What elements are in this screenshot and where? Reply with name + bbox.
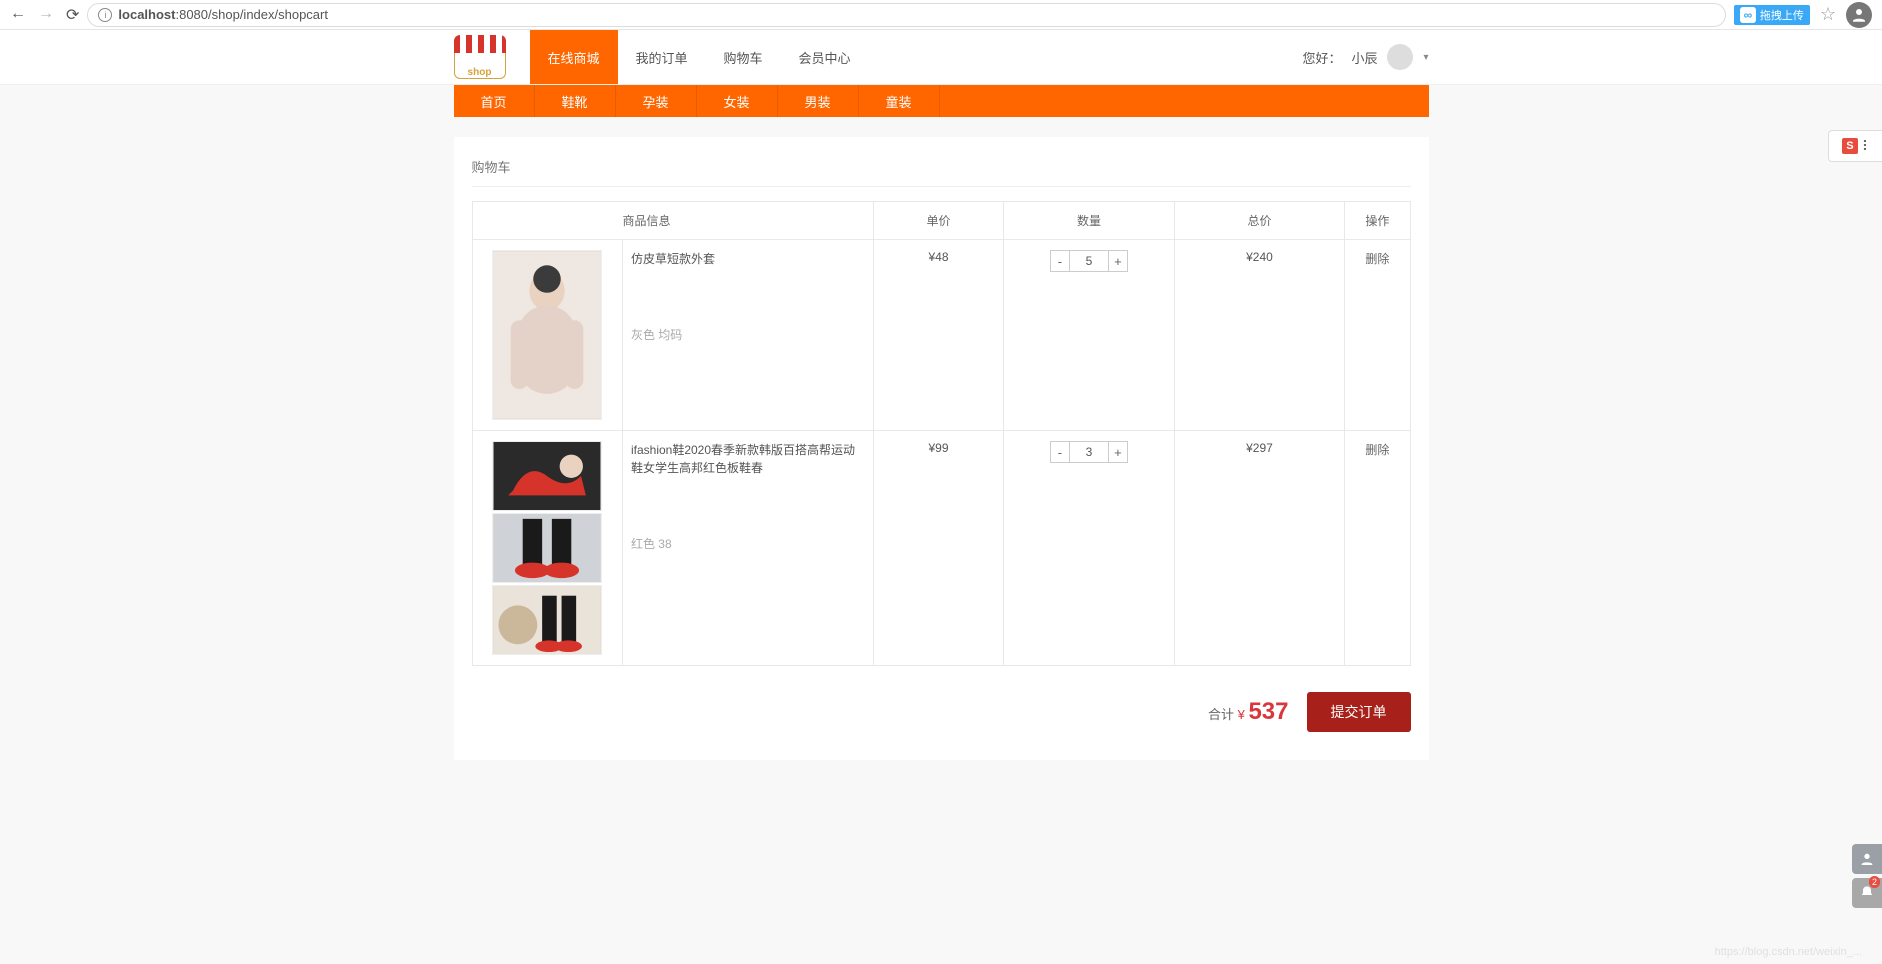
cart-row: ifashion鞋2020春季新款韩版百搭高帮运动鞋女学生高邦红色板鞋春 红色 … bbox=[472, 431, 1410, 666]
th-op: 操作 bbox=[1345, 202, 1410, 240]
cat-home[interactable]: 首页 bbox=[454, 85, 535, 117]
cat-kids[interactable]: 童装 bbox=[859, 85, 940, 117]
qty-decrease-button[interactable]: - bbox=[1050, 441, 1070, 463]
product-image[interactable] bbox=[492, 585, 602, 655]
product-spec: 灰色 均码 bbox=[631, 326, 865, 343]
sum-label: 合计 bbox=[1208, 707, 1234, 722]
profile-avatar-icon[interactable] bbox=[1846, 2, 1872, 28]
extension-label: 拖拽上传 bbox=[1760, 7, 1804, 23]
cart-row: 仿皮草短款外套 灰色 均码 ¥48 - + ¥240 删除 bbox=[472, 240, 1410, 431]
extension-icon: ∞ bbox=[1740, 7, 1756, 23]
panel-title: 购物车 bbox=[472, 157, 1411, 187]
product-image[interactable] bbox=[492, 250, 602, 420]
back-icon[interactable]: ← bbox=[10, 5, 26, 25]
browser-toolbar: ← → ⟳ i localhost:8080/shop/index/shopca… bbox=[0, 0, 1882, 30]
greeting-label: 您好： bbox=[1302, 48, 1341, 67]
th-total: 总价 bbox=[1174, 202, 1345, 240]
site-info-icon[interactable]: i bbox=[98, 8, 112, 22]
unit-price: ¥48 bbox=[873, 240, 1003, 431]
cat-women[interactable]: 女装 bbox=[697, 85, 778, 117]
submit-order-button[interactable]: 提交订单 bbox=[1307, 692, 1411, 732]
address-bar[interactable]: i localhost:8080/shop/index/shopcart bbox=[87, 3, 1725, 27]
sum-currency: ¥ bbox=[1238, 707, 1245, 722]
delete-link[interactable]: 删除 bbox=[1365, 443, 1389, 457]
reload-icon[interactable]: ⟳ bbox=[66, 5, 79, 25]
ime-s-icon: S bbox=[1842, 138, 1858, 154]
site-header: shop 在线商城 我的订单 购物车 会员中心 您好： 小辰 ▾ bbox=[0, 30, 1882, 85]
username: 小辰 bbox=[1351, 48, 1377, 67]
cat-shoes[interactable]: 鞋靴 bbox=[535, 85, 616, 117]
url-host: localhost bbox=[118, 7, 175, 22]
quantity-stepper: - + bbox=[1050, 441, 1128, 463]
sum-value: 537 bbox=[1248, 698, 1288, 725]
line-total: ¥240 bbox=[1174, 240, 1345, 431]
cart-footer: 合计 ¥ 537 提交订单 bbox=[472, 692, 1411, 732]
nav-cart[interactable]: 购物车 bbox=[706, 30, 781, 84]
site-logo[interactable]: shop bbox=[454, 35, 506, 79]
quantity-stepper: - + bbox=[1050, 250, 1128, 272]
cat-maternity[interactable]: 孕装 bbox=[616, 85, 697, 117]
nav-my-orders[interactable]: 我的订单 bbox=[618, 30, 706, 84]
product-title: ifashion鞋2020春季新款韩版百搭高帮运动鞋女学生高邦红色板鞋春 bbox=[631, 441, 865, 477]
product-image[interactable] bbox=[492, 513, 602, 583]
bookmark-star-icon[interactable]: ☆ bbox=[1820, 4, 1836, 25]
side-user-button[interactable] bbox=[1852, 844, 1882, 874]
product-image[interactable] bbox=[492, 441, 602, 511]
top-nav: 在线商城 我的订单 购物车 会员中心 bbox=[530, 30, 869, 84]
delete-link[interactable]: 删除 bbox=[1365, 252, 1389, 266]
notice-badge: 2 bbox=[1869, 876, 1880, 888]
user-avatar-icon[interactable] bbox=[1387, 44, 1413, 70]
product-title: 仿皮草短款外套 bbox=[631, 250, 865, 268]
th-info: 商品信息 bbox=[472, 202, 873, 240]
side-notice-button[interactable]: 2 bbox=[1852, 878, 1882, 908]
cart-table: 商品信息 单价 数量 总价 操作 bbox=[472, 201, 1411, 666]
qty-input[interactable] bbox=[1070, 441, 1108, 463]
unit-price: ¥99 bbox=[873, 431, 1003, 666]
product-spec: 红色 38 bbox=[631, 535, 865, 552]
line-total: ¥297 bbox=[1174, 431, 1345, 666]
user-menu-caret-icon[interactable]: ▾ bbox=[1423, 52, 1428, 63]
qty-increase-button[interactable]: + bbox=[1108, 441, 1128, 463]
cat-men[interactable]: 男装 bbox=[778, 85, 859, 117]
watermark: https://blog.csdn.net/weixin_... bbox=[1715, 946, 1862, 958]
table-header-row: 商品信息 单价 数量 总价 操作 bbox=[472, 202, 1410, 240]
qty-decrease-button[interactable]: - bbox=[1050, 250, 1070, 272]
qty-input[interactable] bbox=[1070, 250, 1108, 272]
extension-upload-badge[interactable]: ∞ 拖拽上传 bbox=[1734, 5, 1810, 25]
th-price: 单价 bbox=[873, 202, 1003, 240]
url-path: :8080/shop/index/shopcart bbox=[175, 7, 328, 22]
forward-icon[interactable]: → bbox=[38, 5, 54, 25]
nav-online-mall[interactable]: 在线商城 bbox=[530, 30, 618, 84]
ime-menu-icon: ⠇ bbox=[1862, 138, 1870, 155]
nav-member-center[interactable]: 会员中心 bbox=[781, 30, 869, 84]
category-bar: 首页 鞋靴 孕装 女装 男装 童装 bbox=[454, 85, 1429, 117]
qty-increase-button[interactable]: + bbox=[1108, 250, 1128, 272]
ime-float-widget[interactable]: S ⠇ bbox=[1828, 130, 1882, 162]
cart-panel: 购物车 商品信息 单价 数量 总价 操作 bbox=[454, 137, 1429, 760]
th-qty: 数量 bbox=[1004, 202, 1175, 240]
